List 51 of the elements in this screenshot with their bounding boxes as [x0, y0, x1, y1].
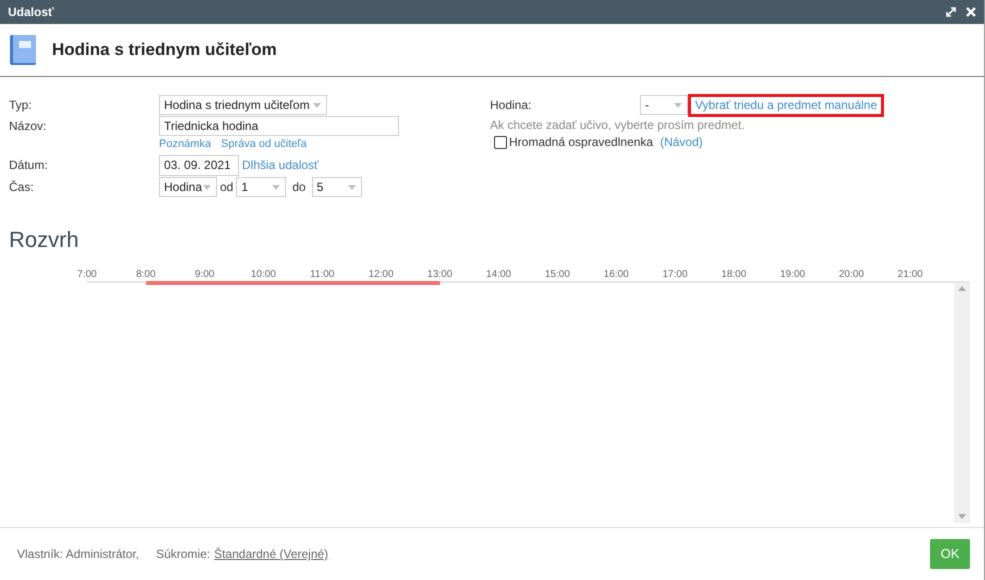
- field-label: Dátum:: [9, 157, 49, 174]
- hour-label: 8:00: [136, 268, 156, 282]
- hour-label: 10:00: [250, 268, 276, 282]
- hour-label: 21:00: [898, 268, 923, 282]
- unit-select[interactable]: Hodina: [159, 177, 217, 197]
- hour-label: 19:00: [780, 268, 806, 282]
- lesson-select[interactable]: -: [640, 95, 688, 115]
- link[interactable]: Správa od učiteľa: [220, 136, 307, 152]
- hour-label: 9:00: [194, 268, 214, 282]
- hour-label: 14:00: [486, 268, 512, 282]
- hour-label: 12:00: [368, 268, 394, 282]
- field-label: Hodina:: [490, 97, 532, 114]
- hour-label: 17:00: [662, 268, 688, 282]
- caret-icon: [313, 102, 321, 108]
- owner-text: Vlastník: Administrátor,: [17, 546, 140, 563]
- book-icon: [10, 35, 36, 65]
- section-title: Rozvrh: [8, 226, 80, 254]
- to-label: do: [292, 179, 306, 196]
- caret-icon: [674, 102, 682, 108]
- link[interactable]: Poznámka: [159, 136, 211, 152]
- hour-label: 16:00: [604, 268, 629, 282]
- privacy-link[interactable]: Štandardné (Verejné): [214, 545, 328, 563]
- page-title: Hodina s triednym učiteľom: [52, 39, 277, 62]
- close-icon[interactable]: [966, 7, 976, 17]
- field-label: Názov:: [9, 118, 48, 135]
- from-label: od: [220, 179, 234, 196]
- date-field[interactable]: 03. 09. 2021: [159, 154, 239, 176]
- hour-label: 20:00: [838, 268, 864, 282]
- hour-label: 11:00: [310, 268, 334, 282]
- hour-label: 15:00: [544, 268, 570, 282]
- privacy-label: Súkromie:: [156, 546, 210, 563]
- hint-text: Ak chcete zadať učivo, vyberte prosím predmet.: [490, 117, 746, 134]
- field-label: Čas:: [9, 179, 35, 196]
- help-link[interactable]: (Návod): [660, 133, 703, 151]
- from-select[interactable]: 1: [236, 177, 286, 197]
- type-select[interactable]: Hodina s triednym učiteľom: [159, 95, 327, 115]
- to-select[interactable]: 5: [312, 177, 362, 197]
- checkbox-label: Hromadná ospravedlnenka: [509, 134, 654, 151]
- name-field[interactable]: Triednicka hodina: [159, 116, 399, 136]
- checkbox[interactable]: [494, 136, 507, 148]
- field-label: Typ:: [9, 97, 33, 114]
- caret-icon: [272, 184, 280, 190]
- hour-label: 7:00: [77, 268, 97, 282]
- window-title: Udalosť: [8, 4, 54, 21]
- hour-label: 13:00: [427, 268, 452, 282]
- longer-event-link[interactable]: Dlhšia udalosť: [242, 156, 319, 174]
- hour-label: 18:00: [721, 268, 746, 282]
- caret-icon: [348, 184, 356, 190]
- caret-icon: [203, 184, 211, 190]
- expand-icon[interactable]: [946, 7, 956, 17]
- manual-select-link[interactable]: Vybrať triedu a predmet manuálne: [688, 94, 884, 116]
